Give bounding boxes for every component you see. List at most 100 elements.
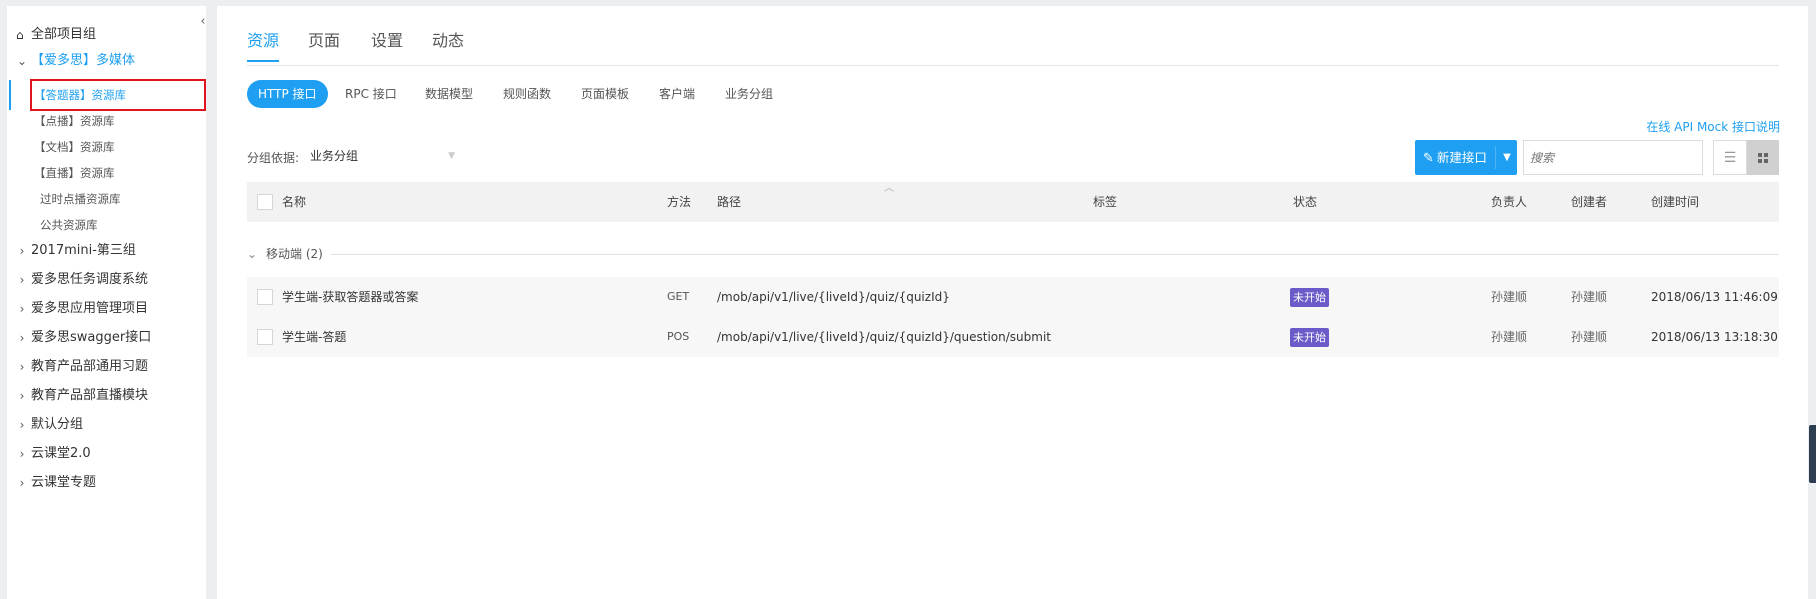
sidebar-child-item[interactable]: 【点播】资源库 [7, 107, 206, 135]
column-header[interactable]: 方法 [667, 182, 691, 222]
chevron-right-icon: › [19, 273, 25, 287]
sidebar-item-label: 公共资源库 [40, 218, 98, 232]
tab-settings[interactable]: 设置 [371, 26, 403, 66]
api-path: /mob/api/v1/live/{liveId}/quiz/{quizId}/… [717, 330, 1051, 344]
main-panel: 资源 页面 设置 动态 HTTP 接口 RPC 接口 数据模型 规则函数 页面模… [217, 6, 1808, 599]
select-all-checkbox[interactable] [257, 194, 273, 210]
sidebar-item-label: 爱多思任务调度系统 [31, 272, 149, 287]
sidebar-item-label: 【答题器】资源库 [34, 88, 126, 102]
table-header: ︿ 名称 方法 路径 标签 状态 负责人 创建者 创建时间 [247, 182, 1779, 222]
sidebar-child-item[interactable]: 【答题器】资源库 [7, 81, 206, 109]
sidebar-group[interactable]: › 爱多思任务调度系统 [7, 266, 206, 294]
subtab-rpc[interactable]: RPC 接口 [345, 80, 397, 108]
api-name[interactable]: 学生端-答题 [282, 317, 346, 357]
group-label: 移动端 (2) [266, 247, 323, 261]
sidebar-item-label: 全部项目组 [31, 27, 97, 42]
sidebar-group[interactable]: › 云课堂专题 [7, 469, 206, 497]
api-owner: 孙建顺 [1491, 330, 1528, 344]
tab-resources[interactable]: 资源 [247, 26, 280, 66]
tab-activity[interactable]: 动态 [432, 26, 464, 66]
chevron-right-icon: › [19, 418, 25, 432]
api-creator: 孙建顺 [1571, 330, 1608, 344]
grid-view-icon[interactable] [1747, 140, 1779, 175]
new-api-button[interactable]: ✎ 新建接口 ▼ [1415, 140, 1517, 175]
sidebar-item-label: 过时点播资源库 [40, 192, 121, 206]
group-by-value: 业务分组 [310, 149, 359, 163]
sidebar-group[interactable]: › 教育产品部直播模块 [7, 382, 206, 410]
sidebar-item-label: 默认分组 [31, 417, 84, 432]
row-checkbox[interactable] [257, 329, 273, 345]
sidebar-item-label: 【文档】资源库 [34, 140, 115, 154]
sidebar-group-current[interactable]: ⌄ 【爱多思】多媒体 [7, 47, 206, 75]
column-header[interactable]: 名称 [282, 182, 306, 222]
sidebar-item-label: 云课堂专题 [31, 475, 97, 490]
sidebar-item-all-groups[interactable]: ⌂ 全部项目组 [7, 21, 206, 49]
chevron-right-icon: › [19, 244, 25, 258]
search-input[interactable] [1523, 140, 1703, 175]
sidebar-child-item[interactable]: 【直播】资源库 [7, 159, 206, 187]
api-mock-help-link[interactable]: 在线 API Mock 接口说明 [1646, 118, 1780, 135]
tab-pages[interactable]: 页面 [308, 26, 340, 66]
sidebar: ‹ ⌂ 全部项目组 ⌄ 【爱多思】多媒体 【答题器】资源库 【点播】资源库 【文… [7, 6, 206, 599]
sidebar-item-label: 云课堂2.0 [31, 446, 91, 461]
chevron-right-icon: › [19, 447, 25, 461]
sidebar-group[interactable]: › 教育产品部通用习题 [7, 353, 206, 381]
table-row[interactable]: 学生端-获取答题器或答案 GET /mob/api/v1/live/{liveI… [247, 277, 1779, 317]
row-checkbox[interactable] [257, 289, 273, 305]
caret-down-icon: ▼ [448, 151, 455, 161]
api-method: GET [667, 290, 690, 303]
sidebar-item-label: 爱多思swagger接口 [31, 330, 152, 345]
table-row[interactable]: 学生端-答题 POS /mob/api/v1/live/{liveId}/qui… [247, 317, 1779, 357]
column-header[interactable]: 负责人 [1491, 182, 1527, 222]
chevron-down-icon[interactable]: ⌄ [247, 246, 257, 262]
chevron-right-icon: › [19, 331, 25, 345]
sidebar-item-label: 爱多思应用管理项目 [31, 301, 149, 316]
sidebar-group[interactable]: › 爱多思swagger接口 [7, 324, 206, 352]
group-by-select[interactable]: 业务分组 ▼ [310, 146, 455, 166]
sidebar-child-item[interactable]: 过时点播资源库 [7, 185, 206, 213]
sidebar-child-item[interactable]: 公共资源库 [7, 211, 206, 239]
subtab-http[interactable]: HTTP 接口 [247, 80, 328, 108]
sidebar-child-item[interactable]: 【文档】资源库 [7, 133, 206, 161]
subtab-business-groups[interactable]: 业务分组 [725, 80, 773, 108]
api-method: POS [667, 330, 690, 343]
column-header[interactable]: 标签 [1093, 182, 1117, 222]
column-header[interactable]: 创建者 [1571, 182, 1607, 222]
chevron-down-icon[interactable]: ▼ [1497, 140, 1517, 175]
sidebar-item-label: 2017mini-第三组 [31, 243, 136, 258]
edit-icon: ✎ [1423, 151, 1434, 166]
group-by-label: 分组依据: [247, 151, 300, 165]
subtab-client[interactable]: 客户端 [659, 80, 695, 108]
chevron-right-icon: › [19, 389, 25, 403]
column-header[interactable]: 创建时间 [1651, 182, 1699, 222]
column-header[interactable]: 路径 [717, 182, 741, 222]
api-creator: 孙建顺 [1571, 290, 1608, 304]
sidebar-group[interactable]: › 2017mini-第三组 [7, 237, 206, 265]
chevron-right-icon: › [19, 476, 25, 490]
sort-up-icon[interactable]: ︿ [884, 182, 894, 196]
chevron-down-icon: ⌄ [16, 54, 28, 68]
sidebar-item-label: 【爱多思】多媒体 [31, 53, 136, 68]
subtab-page-templates[interactable]: 页面模板 [581, 80, 629, 108]
table-group-header[interactable]: ⌄ 移动端 (2) [247, 246, 1779, 262]
api-created-time: 2018/06/13 13:18:30 [1651, 330, 1778, 344]
column-header[interactable]: 状态 [1293, 182, 1317, 222]
list-view-icon[interactable]: ☰ [1713, 140, 1747, 175]
new-api-label: 新建接口 [1436, 150, 1487, 165]
sidebar-group[interactable]: › 爱多思应用管理项目 [7, 295, 206, 323]
sidebar-item-label: 【直播】资源库 [34, 166, 115, 180]
api-created-time: 2018/06/13 11:46:09 [1651, 290, 1778, 304]
sidebar-item-label: 【点播】资源库 [34, 114, 115, 128]
subtab-rule-functions[interactable]: 规则函数 [503, 80, 551, 108]
api-path: /mob/api/v1/live/{liveId}/quiz/{quizId} [717, 290, 950, 304]
api-name[interactable]: 学生端-获取答题器或答案 [282, 277, 418, 317]
status-badge: 未开始 [1290, 328, 1329, 347]
sidebar-group[interactable]: › 云课堂2.0 [7, 440, 206, 468]
sidebar-group[interactable]: › 默认分组 [7, 411, 206, 439]
api-owner: 孙建顺 [1491, 290, 1528, 304]
subtab-data-model[interactable]: 数据模型 [425, 80, 473, 108]
side-handle[interactable] [1809, 425, 1816, 483]
sidebar-item-label: 教育产品部通用习题 [31, 359, 149, 374]
home-icon: ⌂ [16, 28, 24, 42]
sidebar-item-label: 教育产品部直播模块 [31, 388, 149, 403]
